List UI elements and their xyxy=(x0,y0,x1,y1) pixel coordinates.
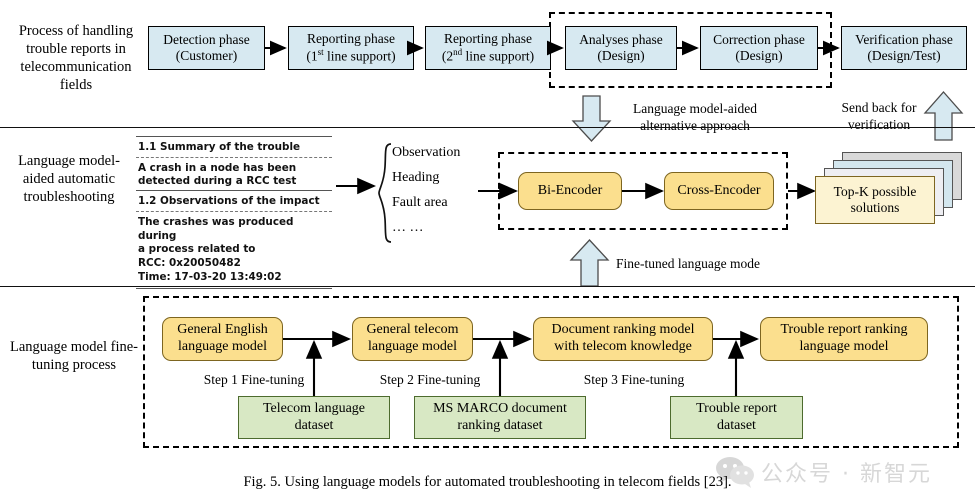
doc-body1-line1: A crash in a node has been xyxy=(138,161,297,174)
phase-correction-line1: Correction phase xyxy=(713,32,805,48)
model-0-line1: General English xyxy=(177,322,268,338)
phase-reporting1-line1: Reporting phase xyxy=(306,31,396,47)
model-box-document-ranking[interactable]: Document ranking model with telecom know… xyxy=(533,317,713,361)
model-0-line2: language model xyxy=(177,339,268,354)
model-3-line2: language model xyxy=(799,339,889,354)
model-3-line1: Trouble report ranking xyxy=(780,322,908,338)
send-back-up-arrow-icon xyxy=(923,91,964,141)
cross-encoder-box[interactable]: Cross-Encoder xyxy=(664,172,774,210)
field-item-heading: Heading xyxy=(392,170,440,185)
model-2-line2: with telecom knowledge xyxy=(554,339,692,354)
field-item-ellipsis: … … xyxy=(392,220,424,235)
phase-reporting1-line2: (1st line support) xyxy=(306,47,396,64)
row-divider-2 xyxy=(0,286,975,287)
send-back-label: Send back for verification xyxy=(841,100,917,132)
phase-reporting2-line2: (2nd line support) xyxy=(441,47,535,64)
dataset-box-trouble-report[interactable]: Trouble report dataset xyxy=(670,396,803,439)
figure-caption: Fig. 5. Using language models for automa… xyxy=(243,474,732,490)
dataset-1-line1: MS MARCO document xyxy=(433,400,567,416)
field-list: Observation Heading Fault area … … xyxy=(392,146,474,235)
phase-box-detection[interactable]: Detection phase (Customer) xyxy=(148,26,265,70)
phase-box-correction[interactable]: Correction phase (Design) xyxy=(700,26,818,70)
doc-heading-2: 1.2 Observations of the impact xyxy=(138,195,320,208)
bi-to-cross-encoder-arrow xyxy=(622,182,665,200)
fine-tuned-up-arrow-icon xyxy=(569,239,610,287)
phase-verification-line2: (Design/Test) xyxy=(867,48,941,63)
field-item-observation: Observation xyxy=(392,145,461,160)
dataset-2-line1: Trouble report xyxy=(696,400,777,416)
model-2-line1: Document ranking model xyxy=(551,322,695,338)
field-item-fault-area: Fault area xyxy=(392,195,448,210)
dataset-1-line2: ranking dataset xyxy=(457,417,543,433)
doc-body-2: The crashes was produced during a proces… xyxy=(136,215,332,286)
step-label-1: Step 1 Fine-tuning xyxy=(203,372,305,387)
row-divider-1 xyxy=(0,127,975,128)
doc-rule-bottom xyxy=(136,287,332,291)
model-box-trouble-report-ranking[interactable]: Trouble report ranking language model xyxy=(760,317,928,361)
phase-verification-line1: Verification phase xyxy=(855,32,953,48)
dataset-box-telecom-language[interactable]: Telecom language dataset xyxy=(238,396,390,439)
phase-box-reporting-first-line[interactable]: Reporting phase (1st line support) xyxy=(288,26,414,70)
alternative-approach-label: Language model-aided alternative approac… xyxy=(632,101,758,133)
phase-analyses-line2: (Design) xyxy=(597,48,645,63)
dataset-2-line2: dataset xyxy=(717,417,756,433)
doc-body2-line1: The crashes was produced during xyxy=(138,215,294,242)
top-k-solutions-box[interactable]: Top-K possible solutions xyxy=(815,176,935,224)
solutions-line1: Top-K possible xyxy=(833,183,917,199)
doc-body2-line4: Time: 17-03-20 13:49:02 xyxy=(138,270,282,283)
document-to-fields-arrow xyxy=(336,177,377,195)
row-label-troubleshooting: Language model-aided automatic troublesh… xyxy=(18,153,120,206)
doc-body1-line2: detected during a RCC test xyxy=(138,175,297,188)
phase-detection-line2: (Customer) xyxy=(175,48,238,63)
bi-encoder-label: Bi-Encoder xyxy=(537,182,603,198)
doc-body2-line3: RCC: 0x20050482 xyxy=(138,257,241,270)
dataset-box-ms-marco[interactable]: MS MARCO document ranking dataset xyxy=(414,396,586,439)
phase-box-reporting-second-line[interactable]: Reporting phase (2nd line support) xyxy=(425,26,551,70)
phase-box-analyses[interactable]: Analyses phase (Design) xyxy=(565,26,677,70)
doc-heading-1: 1.1 Summary of the trouble xyxy=(138,141,301,153)
phase-detection-line1: Detection phase xyxy=(163,32,250,48)
phase-analyses-line1: Analyses phase xyxy=(579,32,663,48)
figure-canvas: Process of handling trouble reports in t… xyxy=(0,0,975,502)
step-label-3: Step 3 Fine-tuning xyxy=(583,372,685,387)
phase-box-verification[interactable]: Verification phase (Design/Test) xyxy=(841,26,967,70)
solutions-line2: solutions xyxy=(850,200,900,215)
row-label-finetuning: Language model fine-tuning process xyxy=(9,339,139,374)
model-1-line1: General telecom xyxy=(366,322,459,338)
model-1-line2: language model xyxy=(367,339,458,354)
dataset-0-line1: Telecom language xyxy=(262,400,366,416)
doc-body2-line2: a process related to xyxy=(138,243,256,256)
phase-reporting2-line1: Reporting phase xyxy=(443,31,533,47)
dataset-0-line2: dataset xyxy=(294,417,334,433)
model-box-general-telecom[interactable]: General telecom language model xyxy=(352,317,473,361)
model-box-general-english[interactable]: General English language model xyxy=(162,317,283,361)
cross-encoder-label: Cross-Encoder xyxy=(677,182,761,198)
bi-encoder-box[interactable]: Bi-Encoder xyxy=(518,172,622,210)
trouble-report-document: 1.1 Summary of the trouble A crash in a … xyxy=(136,136,332,289)
doc-body-1: A crash in a node has been detected duri… xyxy=(136,161,332,190)
phase-correction-line2: (Design) xyxy=(735,48,783,63)
step-label-2: Step 2 Fine-tuning xyxy=(379,372,481,387)
fine-tuned-mode-label: Fine-tuned language mode xyxy=(616,256,760,271)
row-label-process: Process of handling trouble reports in t… xyxy=(18,23,134,94)
